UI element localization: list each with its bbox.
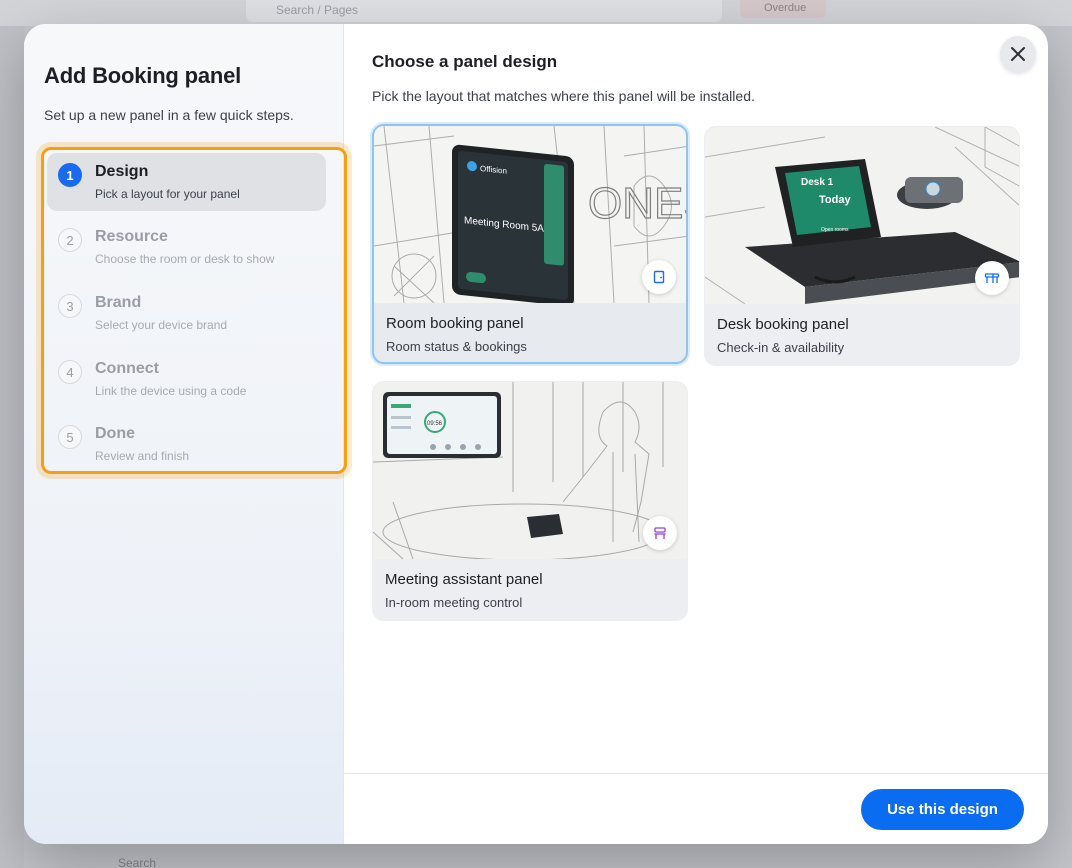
step-number: 2 bbox=[58, 228, 82, 252]
desk-icon bbox=[984, 273, 1000, 283]
modal-footer: Use this design bbox=[344, 773, 1048, 844]
door-icon bbox=[653, 270, 665, 284]
step-design[interactable]: 1 Design Pick a layout for your panel bbox=[47, 153, 326, 211]
desk-screen-title: Desk 1 bbox=[801, 177, 834, 188]
room-panel-illustration: ONES Offision Meeting Room 5A bbox=[374, 126, 686, 303]
card-title: Desk booking panel bbox=[717, 316, 849, 333]
card-description: Room status & bookings bbox=[386, 339, 527, 354]
step-description: Choose the room or desk to show bbox=[95, 252, 275, 266]
card-description: Check-in & availability bbox=[717, 340, 845, 355]
step-number: 5 bbox=[58, 425, 82, 449]
step-connect[interactable]: 4 Connect Link the device using a code bbox=[47, 350, 326, 408]
step-done[interactable]: 5 Done Review and finish bbox=[47, 415, 326, 473]
chair-icon bbox=[654, 527, 666, 539]
card-desk-booking-panel[interactable]: Desk 1 Today Open rooms Desk booking pan… bbox=[704, 126, 1020, 366]
step-description: Select your device brand bbox=[95, 318, 228, 332]
step-number: 1 bbox=[58, 163, 82, 187]
desk-badge bbox=[975, 261, 1009, 295]
desk-screen-subtitle: Today bbox=[819, 194, 851, 206]
card-room-booking-panel[interactable]: ONES Offision Meeting Room 5A Room booki bbox=[372, 124, 688, 364]
step-number: 3 bbox=[58, 294, 82, 318]
wizard-sidebar: Add Booking panel Set up a new panel in … bbox=[24, 24, 347, 844]
step-label: Resource bbox=[95, 228, 168, 245]
step-label: Connect bbox=[95, 360, 159, 377]
step-label: Brand bbox=[95, 294, 142, 311]
modal-title: Add Booking panel bbox=[44, 63, 242, 88]
step-number: 4 bbox=[58, 360, 82, 384]
use-this-design-button[interactable]: Use this design bbox=[861, 789, 1024, 830]
wizard-steps: 1 Design Pick a layout for your panel 2 … bbox=[41, 147, 347, 474]
add-booking-panel-modal: Add Booking panel Set up a new panel in … bbox=[24, 24, 1048, 844]
desk-screen-button: Open rooms bbox=[821, 227, 849, 233]
background-sidebar bbox=[0, 26, 24, 868]
step-description: Pick a layout for your panel bbox=[95, 187, 240, 201]
room-badge bbox=[642, 260, 676, 294]
card-title: Meeting assistant panel bbox=[385, 571, 543, 588]
card-description: In-room meeting control bbox=[385, 595, 523, 610]
background-search: Search / Pages bbox=[246, 0, 722, 22]
step-label: Done bbox=[95, 425, 135, 442]
meeting-badge bbox=[643, 516, 677, 550]
desk-panel-illustration: Desk 1 Today Open rooms bbox=[705, 127, 1019, 304]
background-button: Overdue bbox=[740, 0, 826, 18]
step-brand[interactable]: 3 Brand Select your device brand bbox=[47, 284, 326, 342]
close-icon bbox=[1011, 47, 1025, 61]
wall-lettering: ONES bbox=[588, 179, 686, 228]
step-description: Review and finish bbox=[95, 449, 190, 463]
meeting-panel-illustration: 09:56 bbox=[373, 382, 687, 559]
close-button[interactable] bbox=[1000, 36, 1036, 72]
panel-design-title: Choose a panel design bbox=[372, 52, 558, 71]
background-bottom-text: Search bbox=[118, 856, 157, 868]
step-description: Link the device using a code bbox=[95, 384, 247, 398]
panel-design-subtitle: Pick the layout that matches where this … bbox=[372, 88, 755, 104]
card-meeting-assistant-panel[interactable]: 09:56 Meeting assistant panel In-room me… bbox=[372, 381, 688, 621]
step-resource[interactable]: 2 Resource Choose the room or desk to sh… bbox=[47, 218, 326, 276]
step-label: Design bbox=[95, 163, 149, 180]
card-title: Room booking panel bbox=[386, 315, 524, 332]
modal-subtitle: Set up a new panel in a few quick steps. bbox=[44, 107, 294, 123]
meeting-screen-time: 09:56 bbox=[427, 421, 443, 427]
